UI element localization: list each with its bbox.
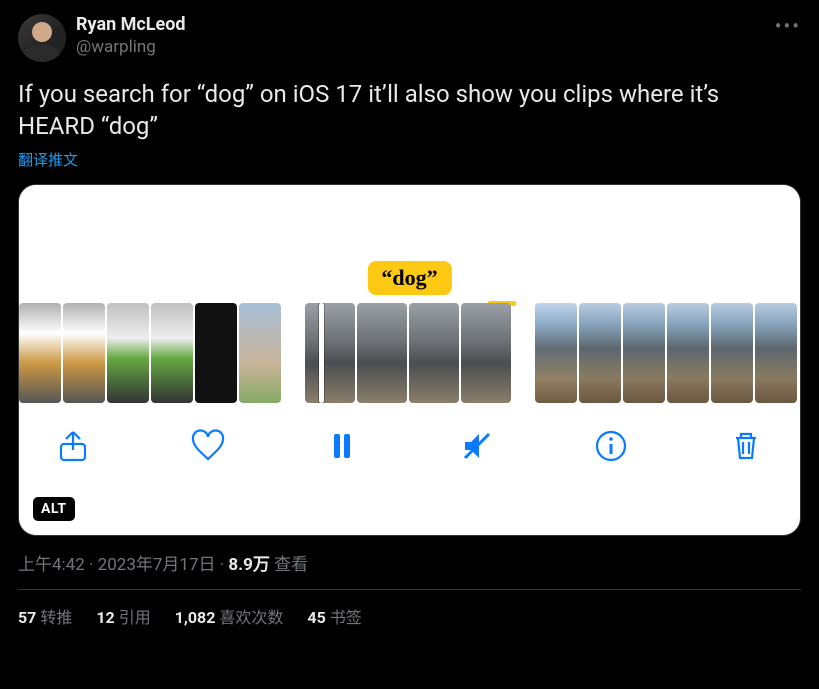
media-top-area: “dog” (19, 185, 800, 303)
pause-icon[interactable] (324, 428, 360, 464)
clip-thumbnail (195, 303, 237, 403)
clip-thumbnail (151, 303, 193, 403)
avatar[interactable] (18, 14, 66, 62)
media-toolbar (19, 403, 800, 489)
clip-group-active (305, 303, 511, 403)
heart-icon[interactable] (190, 428, 226, 464)
alt-badge[interactable]: ALT (33, 497, 75, 521)
media-attachment[interactable]: “dog” (18, 184, 801, 536)
more-options-button[interactable]: ••• (775, 14, 801, 38)
translate-link[interactable]: 翻译推文 (18, 149, 78, 170)
likes-stat[interactable]: 1,082喜欢次数 (175, 604, 284, 628)
clip-thumbnail (19, 303, 61, 403)
user-handle: @warpling (76, 37, 186, 58)
clip-thumbnail (63, 303, 105, 403)
views-count: 8.9万 (228, 555, 269, 575)
clip-thumbnail (579, 303, 621, 403)
clip-thumbnail (357, 303, 407, 403)
trash-icon[interactable] (728, 428, 764, 464)
tweet-stats: 57转推 12引用 1,082喜欢次数 45书签 (18, 590, 801, 642)
tweet-header: Ryan McLeod @warpling (18, 14, 801, 62)
author-names[interactable]: Ryan McLeod @warpling (76, 14, 186, 58)
clip-thumbnail (755, 303, 797, 403)
video-timeline[interactable] (19, 303, 800, 403)
clip-thumbnail (239, 303, 281, 403)
clip-thumbnail (461, 303, 511, 403)
quotes-stat[interactable]: 12引用 (96, 604, 150, 628)
clip-thumbnail (711, 303, 753, 403)
bookmarks-stat[interactable]: 45书签 (307, 604, 361, 628)
retweets-stat[interactable]: 57转推 (18, 604, 72, 628)
clip-thumbnail (305, 303, 355, 403)
clip-thumbnail (107, 303, 149, 403)
share-icon[interactable] (55, 428, 91, 464)
playhead[interactable] (319, 303, 324, 403)
tweet-time: 上午4:42 (18, 555, 85, 575)
clip-thumbnail (667, 303, 709, 403)
clip-group (535, 303, 797, 403)
display-name: Ryan McLeod (76, 14, 186, 37)
tweet-container: ••• Ryan McLeod @warpling If you search … (0, 0, 819, 642)
clip-thumbnail (535, 303, 577, 403)
clip-thumbnail (409, 303, 459, 403)
views-label: 查看 (270, 555, 308, 575)
mute-icon[interactable] (459, 428, 495, 464)
tweet-meta[interactable]: 上午4:42 · 2023年7月17日 · 8.9万 查看 (18, 550, 801, 590)
caption-tag: “dog” (367, 261, 451, 295)
clip-thumbnail (623, 303, 665, 403)
tweet-date: 2023年7月17日 (98, 555, 216, 575)
info-icon[interactable] (593, 428, 629, 464)
tweet-text: If you search for “dog” on iOS 17 it’ll … (18, 78, 801, 143)
clip-group (19, 303, 281, 403)
